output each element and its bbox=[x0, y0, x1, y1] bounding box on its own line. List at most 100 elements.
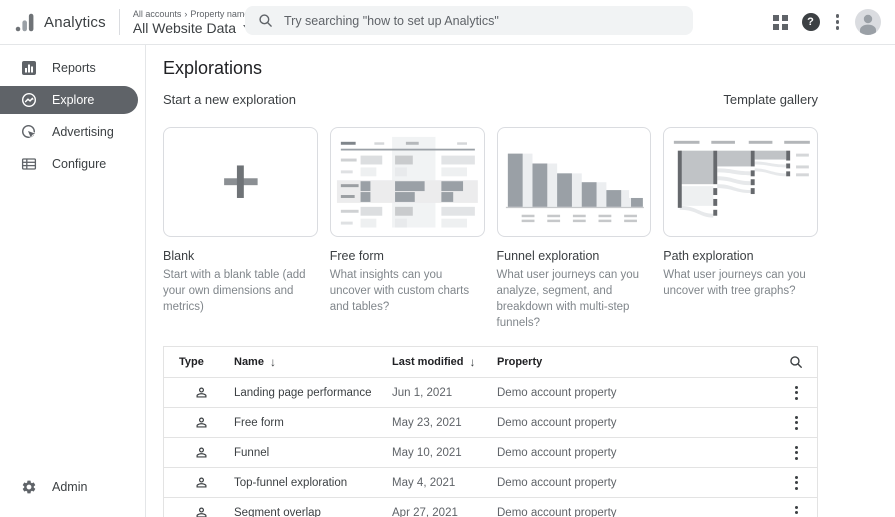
row-menu-icon[interactable] bbox=[792, 473, 801, 493]
card-title: Blank bbox=[163, 249, 318, 263]
sort-descending-icon: ↓ bbox=[470, 355, 476, 369]
sidebar-item-label: Advertising bbox=[52, 125, 114, 139]
topbar-divider bbox=[119, 9, 120, 35]
sidebar-item-reports[interactable]: Reports bbox=[0, 54, 145, 82]
caption-path: Path exploration What user journeys can … bbox=[663, 249, 818, 331]
configure-icon bbox=[21, 156, 37, 172]
header-modified-label: Last modified bbox=[392, 356, 464, 368]
gear-icon bbox=[21, 479, 37, 495]
plus-icon bbox=[164, 129, 317, 235]
table-row[interactable]: Free form May 23, 2021 Demo account prop… bbox=[164, 407, 817, 437]
row-menu-icon[interactable] bbox=[792, 413, 801, 433]
account-property-selector[interactable]: All accounts › Property name All Website… bbox=[133, 9, 251, 36]
sidebar-item-admin[interactable]: Admin bbox=[0, 473, 145, 501]
row-menu-icon[interactable] bbox=[792, 383, 801, 403]
table-search-icon[interactable] bbox=[789, 355, 803, 369]
header-last-modified[interactable]: Last modified ↓ bbox=[392, 355, 497, 369]
analytics-logo-icon bbox=[14, 12, 35, 33]
sidebar-item-label: Reports bbox=[52, 61, 96, 75]
card-description: What user journeys can you analyze, segm… bbox=[497, 267, 652, 331]
reports-icon bbox=[21, 60, 37, 76]
apps-grid-icon[interactable] bbox=[773, 15, 788, 30]
person-icon bbox=[194, 385, 209, 400]
card-description: Start with a blank table (add your own d… bbox=[163, 267, 318, 315]
help-glyph: ? bbox=[807, 16, 814, 28]
more-options-icon[interactable] bbox=[834, 12, 842, 32]
exploration-modified: May 4, 2021 bbox=[392, 477, 497, 489]
exploration-name: Top-funnel exploration bbox=[234, 477, 392, 489]
search-icon bbox=[258, 13, 273, 28]
explorations-page: Explorations Start a new exploration Tem… bbox=[146, 45, 895, 517]
sidebar-item-label: Explore bbox=[52, 93, 94, 107]
template-cards bbox=[163, 127, 818, 237]
exploration-name: Segment overlap bbox=[234, 507, 392, 517]
person-icon bbox=[194, 445, 209, 460]
template-gallery-link[interactable]: Template gallery bbox=[723, 92, 818, 107]
template-card-free-form[interactable] bbox=[330, 127, 485, 237]
person-icon bbox=[194, 475, 209, 490]
row-menu-icon[interactable] bbox=[792, 443, 801, 463]
table-row[interactable]: Funnel May 10, 2021 Demo account propert… bbox=[164, 437, 817, 467]
sidebar-item-configure[interactable]: Configure bbox=[0, 150, 145, 178]
funnel-thumbnail bbox=[498, 129, 651, 235]
sidebar-item-label: Admin bbox=[52, 480, 87, 494]
table-row[interactable]: Landing page performance Jun 1, 2021 Dem… bbox=[164, 377, 817, 407]
template-card-funnel[interactable] bbox=[497, 127, 652, 237]
table-row[interactable]: Top-funnel exploration May 4, 2021 Demo … bbox=[164, 467, 817, 497]
avatar[interactable] bbox=[855, 9, 881, 35]
explorations-table: Type Name ↓ Last modified ↓ Property Lan… bbox=[163, 346, 818, 517]
sidebar: Reports Explore Advertising Configure Ad… bbox=[0, 45, 146, 517]
header-property: Property bbox=[497, 356, 775, 368]
exploration-name: Free form bbox=[234, 417, 392, 429]
sidebar-item-advertising[interactable]: Advertising bbox=[0, 118, 145, 146]
sidebar-item-label: Configure bbox=[52, 157, 106, 171]
top-app-bar: Analytics All accounts › Property name A… bbox=[0, 0, 895, 45]
sidebar-item-explore[interactable]: Explore bbox=[0, 86, 138, 114]
property-selector-label: All Website Data bbox=[133, 20, 236, 36]
exploration-property: Demo account property bbox=[497, 387, 775, 399]
caption-free-form: Free form What insights can you uncover … bbox=[330, 249, 485, 331]
template-card-path[interactable] bbox=[663, 127, 818, 237]
exploration-property: Demo account property bbox=[497, 417, 775, 429]
exploration-property: Demo account property bbox=[497, 447, 775, 459]
card-description: What user journeys can you uncover with … bbox=[663, 267, 818, 299]
table-header: Type Name ↓ Last modified ↓ Property bbox=[164, 347, 817, 377]
global-search bbox=[245, 6, 693, 35]
breadcrumb-chevron-icon: › bbox=[184, 9, 187, 19]
breadcrumb-property: Property name bbox=[190, 9, 249, 19]
header-name-label: Name bbox=[234, 356, 264, 368]
template-card-blank[interactable] bbox=[163, 127, 318, 237]
caption-blank: Blank Start with a blank table (add your… bbox=[163, 249, 318, 331]
exploration-property: Demo account property bbox=[497, 477, 775, 489]
analytics-home-link[interactable]: Analytics bbox=[14, 12, 106, 33]
brand-name: Analytics bbox=[44, 14, 106, 31]
path-thumbnail bbox=[664, 129, 817, 235]
help-icon[interactable]: ? bbox=[802, 13, 820, 31]
exploration-modified: Jun 1, 2021 bbox=[392, 387, 497, 399]
person-icon bbox=[194, 415, 209, 430]
exploration-name: Landing page performance bbox=[234, 387, 392, 399]
header-name[interactable]: Name ↓ bbox=[234, 355, 392, 369]
breadcrumb-account: All accounts bbox=[133, 9, 182, 19]
person-icon bbox=[194, 505, 209, 517]
row-menu-icon[interactable] bbox=[792, 503, 801, 517]
sort-descending-icon: ↓ bbox=[270, 355, 276, 369]
explore-icon bbox=[21, 92, 37, 108]
free-form-thumbnail bbox=[331, 129, 484, 235]
header-type: Type bbox=[164, 356, 234, 368]
card-title: Path exploration bbox=[663, 249, 818, 263]
start-new-exploration-label: Start a new exploration bbox=[163, 92, 296, 107]
exploration-property: Demo account property bbox=[497, 507, 775, 517]
card-title: Free form bbox=[330, 249, 485, 263]
exploration-name: Funnel bbox=[234, 447, 392, 459]
exploration-modified: Apr 27, 2021 bbox=[392, 507, 497, 517]
template-captions: Blank Start with a blank table (add your… bbox=[163, 249, 818, 331]
exploration-modified: May 10, 2021 bbox=[392, 447, 497, 459]
exploration-modified: May 23, 2021 bbox=[392, 417, 497, 429]
card-description: What insights can you uncover with custo… bbox=[330, 267, 485, 315]
caption-funnel: Funnel exploration What user journeys ca… bbox=[497, 249, 652, 331]
search-input[interactable] bbox=[284, 14, 680, 28]
table-row[interactable]: Segment overlap Apr 27, 2021 Demo accoun… bbox=[164, 497, 817, 517]
breadcrumb: All accounts › Property name bbox=[133, 9, 251, 19]
advertising-icon bbox=[21, 124, 37, 140]
